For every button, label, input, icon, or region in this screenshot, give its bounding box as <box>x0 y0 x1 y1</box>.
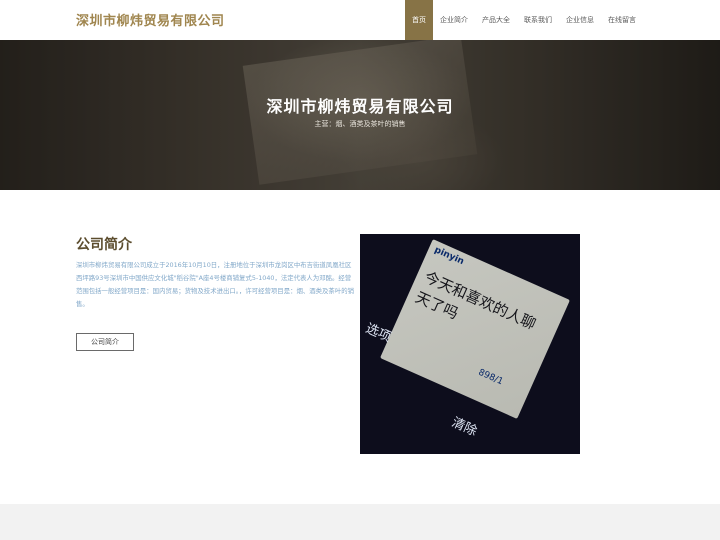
phone-input-mode: pinyin <box>432 245 466 268</box>
nav-item-company-profile[interactable]: 企业简介 <box>433 0 475 40</box>
feature-photo: pinyin 今天和喜欢的人聊 天了吗 898/1 选项 清除 <box>360 234 580 454</box>
page-footer-strip <box>0 504 720 540</box>
nav-item-home[interactable]: 首页 <box>405 0 433 40</box>
hero-banner: 深圳市柳炜贸易有限公司 主营：烟、酒类及茶叶的销售 <box>0 40 720 190</box>
main-nav: 首页 企业简介 产品大全 联系我们 企业信息 在线留言 <box>405 0 643 40</box>
phone-char-counter: 898/1 <box>476 367 505 388</box>
nav-item-company-info[interactable]: 企业信息 <box>559 0 601 40</box>
intro-heading: 公司简介 <box>76 237 132 253</box>
intro-text: 深圳市柳炜贸易有限公司成立于2016年10月10日，注册地位于深圳市龙岗区中布吉… <box>76 261 354 308</box>
site-title[interactable]: 深圳市柳炜贸易有限公司 <box>76 10 225 29</box>
phone-screen: pinyin 今天和喜欢的人聊 天了吗 898/1 <box>380 239 570 419</box>
nav-item-contact[interactable]: 联系我们 <box>517 0 559 40</box>
banner-title: 深圳市柳炜贸易有限公司 <box>266 97 454 116</box>
site-header: 深圳市柳炜贸易有限公司 首页 企业简介 产品大全 联系我们 企业信息 在线留言 <box>0 0 720 40</box>
nav-item-message[interactable]: 在线留言 <box>601 0 643 40</box>
phone-right-soft-key: 清除 <box>449 415 480 440</box>
nav-item-products[interactable]: 产品大全 <box>475 0 517 40</box>
banner-subtitle: 主营：烟、酒类及茶叶的销售 <box>314 120 406 128</box>
intro-more-button[interactable]: 公司简介 <box>76 333 134 351</box>
